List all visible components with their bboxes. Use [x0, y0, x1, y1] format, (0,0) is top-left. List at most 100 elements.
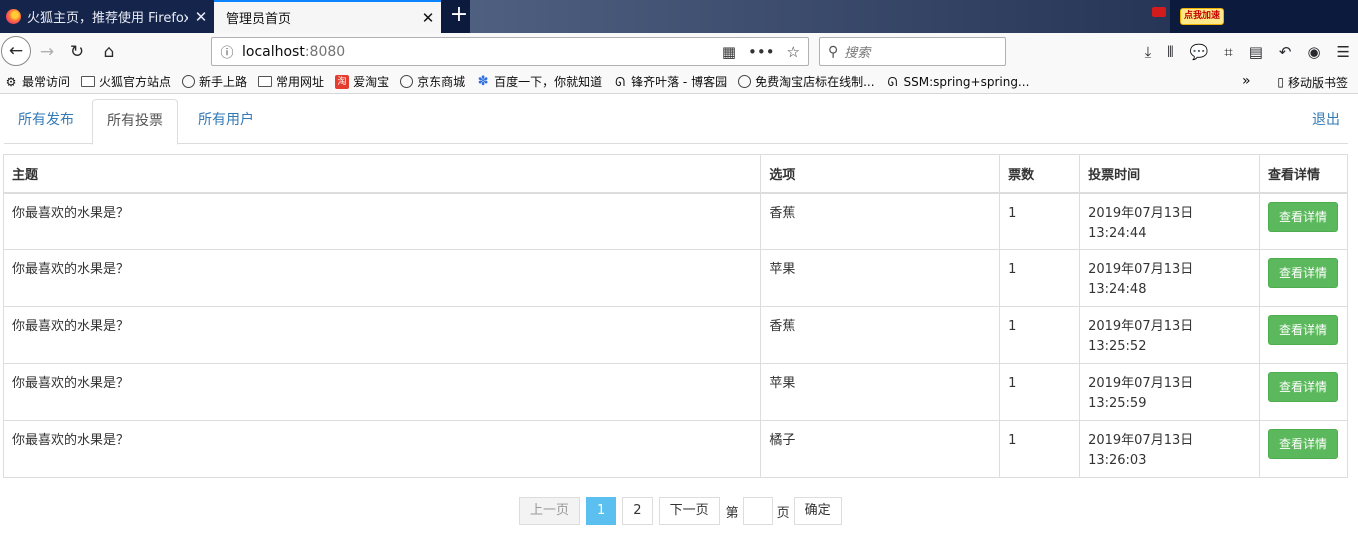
- bookmark-label: 常用网址: [276, 75, 325, 89]
- crop-icon[interactable]: ⌗: [1224, 43, 1232, 61]
- gear-icon: ⚙: [5, 74, 17, 89]
- browser-tab-firefox-home[interactable]: 火狐主页，推荐使用 Firefox 火 ✕: [0, 0, 214, 33]
- bookmark-item[interactable]: 免费淘宝店标在线制...: [738, 73, 875, 90]
- confirm-button[interactable]: 确定: [793, 497, 842, 525]
- firefox-icon: [6, 9, 21, 24]
- close-icon[interactable]: ✕: [188, 8, 214, 26]
- vote-time: 13:24:48: [1088, 282, 1147, 297]
- logout-link[interactable]: 退出: [1298, 99, 1354, 144]
- vote-time: 13:25:59: [1088, 396, 1147, 411]
- chat-icon[interactable]: 💬: [1190, 43, 1209, 61]
- tab-all-publish[interactable]: 所有发布: [4, 99, 88, 144]
- sidebar-icon[interactable]: ▤: [1249, 43, 1263, 61]
- prev-page-button[interactable]: 上一页: [519, 497, 581, 525]
- page-button-1[interactable]: 1: [586, 497, 617, 525]
- cell-count: 1: [999, 306, 1081, 364]
- bookmark-label: 爱淘宝: [353, 75, 390, 89]
- table-row: 你最喜欢的水果是？ 香蕉 1 2019年07月13日 13:24:44 查看详情: [2, 192, 1349, 250]
- bookmark-item[interactable]: 新手上路: [182, 73, 247, 90]
- bookmark-item[interactable]: 常用网址: [258, 73, 324, 90]
- account-icon[interactable]: ◉: [1307, 43, 1320, 61]
- bookmark-star-icon[interactable]: ☆: [787, 43, 800, 61]
- page-content: 所有发布 所有投票 所有用户 退出 主题 选项 票数 投票时间 查看详情 你最喜…: [0, 95, 1358, 541]
- qr-code-icon[interactable]: ▦: [722, 43, 736, 61]
- library-icon[interactable]: ⫴: [1167, 43, 1173, 61]
- cell-detail: 查看详情: [1258, 420, 1349, 478]
- cell-topic: 你最喜欢的水果是？: [2, 420, 762, 478]
- globe-icon: [738, 75, 752, 88]
- forward-arrow-icon[interactable]: →: [34, 36, 60, 67]
- bookmark-item[interactable]: ᘏ SSM:spring+spring...: [886, 75, 1030, 89]
- tab-all-users[interactable]: 所有用户: [184, 99, 268, 144]
- home-icon[interactable]: ⌂: [96, 36, 122, 67]
- view-detail-button[interactable]: 查看详情: [1267, 201, 1338, 232]
- goto-page-input[interactable]: [742, 497, 773, 525]
- reload-icon[interactable]: ↻: [64, 36, 90, 67]
- bookmark-label: 火狐官方站点: [99, 75, 172, 89]
- browser-tab-bar: 火狐主页，推荐使用 Firefox 火 ✕ 管理员首页 ✕ + 点我加速: [0, 0, 1358, 33]
- browser-tab-title: 火狐主页，推荐使用 Firefox 火: [27, 11, 188, 26]
- bookmark-item[interactable]: ᘏ 锋齐叶落 - 博客园: [613, 73, 727, 90]
- cell-option: 香蕉: [760, 306, 1001, 364]
- chevron-right-icon[interactable]: »: [1242, 73, 1251, 89]
- search-input[interactable]: ⚲ 搜索: [819, 37, 1006, 66]
- cell-detail: 查看详情: [1258, 306, 1349, 364]
- browser-tab-title: 管理员首页: [226, 12, 292, 27]
- cell-count: 1: [999, 249, 1081, 307]
- search-icon: ⚲: [828, 43, 839, 60]
- taobao-icon: 淘: [335, 74, 350, 89]
- menu-icon[interactable]: ☰: [1337, 43, 1350, 61]
- mobile-bookmarks-label: 移动版书签: [1287, 75, 1348, 90]
- header-topic: 主题: [2, 154, 762, 194]
- vote-date: 2019年07月13日: [1088, 433, 1194, 448]
- bookmark-item[interactable]: 火狐官方站点: [81, 73, 171, 90]
- table-row: 你最喜欢的水果是？ 苹果 1 2019年07月13日 13:25:59 查看详情: [2, 363, 1349, 421]
- bookmark-label: 锋齐叶落 - 博客园: [631, 75, 728, 89]
- page-actions-icon[interactable]: •••: [748, 43, 775, 61]
- table-header-row: 主题 选项 票数 投票时间 查看详情: [2, 154, 1349, 194]
- cell-count: 1: [999, 363, 1081, 421]
- new-tab-button[interactable]: +: [447, 4, 471, 28]
- phone-icon: ▯: [1277, 75, 1284, 89]
- globe-icon: [400, 75, 414, 88]
- bookmark-label: 免费淘宝店标在线制...: [755, 75, 875, 89]
- cell-time: 2019年07月13日 13:24:48: [1079, 249, 1260, 307]
- view-detail-button[interactable]: 查看详情: [1267, 315, 1338, 345]
- info-icon[interactable]: ⓘ: [212, 42, 242, 61]
- view-detail-button[interactable]: 查看详情: [1267, 258, 1338, 288]
- bookmark-label: 新手上路: [199, 75, 248, 89]
- bookmark-item[interactable]: 京东商城: [400, 73, 465, 90]
- url-text[interactable]: localhost:8080: [242, 44, 722, 60]
- bookmark-item[interactable]: 淘爱淘宝: [335, 73, 389, 90]
- url-port: :8080: [304, 43, 346, 60]
- bookmark-label: 最常访问: [22, 75, 71, 89]
- undo-icon[interactable]: ↶: [1279, 43, 1292, 61]
- promo-badge[interactable]: 点我加速: [1180, 8, 1224, 25]
- cell-topic: 你最喜欢的水果是？: [2, 306, 762, 364]
- view-detail-button[interactable]: 查看详情: [1267, 429, 1338, 459]
- back-arrow-icon[interactable]: ←: [1, 36, 31, 66]
- close-icon[interactable]: ✕: [415, 9, 441, 27]
- header-time: 投票时间: [1079, 154, 1260, 194]
- url-bar[interactable]: ⓘ localhost:8080 ▦ ••• ☆: [211, 37, 809, 66]
- cell-option: 苹果: [760, 363, 1001, 421]
- bookmarks-bar: ⚙ 最常访问 火狐官方站点 新手上路 常用网址 淘爱淘宝 京东商城 ✽ 百度一下，你…: [0, 70, 1358, 94]
- next-page-button[interactable]: 下一页: [658, 497, 720, 525]
- cell-option: 香蕉: [760, 192, 1001, 250]
- download-icon[interactable]: ⤓: [1145, 43, 1152, 61]
- votes-table: 主题 选项 票数 投票时间 查看详情 你最喜欢的水果是？ 香蕉 1 2019年0…: [2, 154, 1349, 478]
- vote-date: 2019年07月13日: [1088, 319, 1194, 334]
- tab-all-votes[interactable]: 所有投票: [92, 99, 178, 145]
- tabbar-background: [470, 0, 1170, 33]
- cell-topic: 你最喜欢的水果是？: [2, 192, 762, 250]
- browser-tab-admin-home[interactable]: 管理员首页 ✕: [214, 0, 441, 33]
- baidu-icon: ✽: [477, 73, 489, 89]
- bookmark-label: 京东商城: [417, 75, 466, 89]
- header-count: 票数: [999, 154, 1081, 194]
- bookmark-item[interactable]: ✽ 百度一下，你就知道: [476, 73, 602, 90]
- table-row: 你最喜欢的水果是？ 香蕉 1 2019年07月13日 13:25:52 查看详情: [2, 306, 1349, 364]
- mobile-bookmarks[interactable]: ▯ 移动版书签: [1277, 70, 1348, 94]
- page-button-2[interactable]: 2: [622, 497, 653, 525]
- bookmark-item[interactable]: ⚙ 最常访问: [4, 73, 70, 90]
- view-detail-button[interactable]: 查看详情: [1267, 372, 1338, 402]
